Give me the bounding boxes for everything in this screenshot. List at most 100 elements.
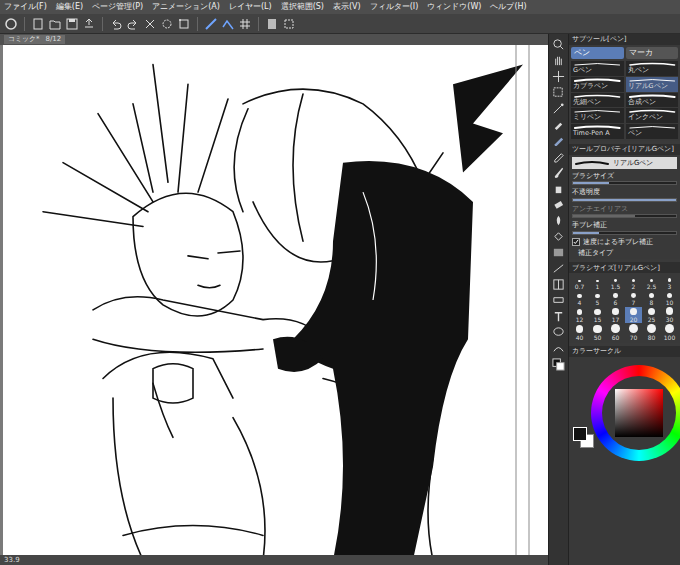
quick-mask-icon[interactable] <box>265 17 279 31</box>
size-preset[interactable]: 1 <box>589 275 606 290</box>
saturation-square[interactable] <box>615 389 663 437</box>
size-preset[interactable]: 60 <box>607 324 624 341</box>
document-tab[interactable]: コミック*8/12 <box>4 35 65 43</box>
pencil-icon[interactable] <box>552 150 565 163</box>
move-icon[interactable] <box>552 70 565 83</box>
size-preset[interactable]: 0.7 <box>571 275 588 290</box>
size-preset[interactable]: 25 <box>643 307 660 323</box>
brush-item[interactable]: 合成ペン <box>626 93 679 108</box>
transform-icon[interactable] <box>177 17 191 31</box>
brush-item[interactable]: リアルGペン <box>626 77 679 92</box>
slider-track[interactable] <box>572 231 677 235</box>
grid-snap-icon[interactable] <box>238 17 252 31</box>
export-icon[interactable] <box>82 17 96 31</box>
ruler-snap-icon[interactable] <box>204 17 218 31</box>
blend-icon[interactable] <box>552 214 565 227</box>
size-preset[interactable]: 20 <box>625 307 642 323</box>
slider-track[interactable] <box>572 198 677 202</box>
size-preset[interactable]: 40 <box>571 324 588 341</box>
new-icon[interactable] <box>31 17 45 31</box>
slider-track[interactable] <box>572 181 677 185</box>
size-preset[interactable]: 6 <box>607 291 624 306</box>
save-icon[interactable] <box>65 17 79 31</box>
size-preset[interactable]: 80 <box>643 324 660 341</box>
main-color-swatch[interactable] <box>573 427 587 441</box>
balloon-icon[interactable] <box>552 326 565 339</box>
size-preset[interactable]: 15 <box>589 307 606 323</box>
property-row[interactable]: 不透明度 <box>572 188 677 201</box>
frame-icon[interactable] <box>552 278 565 291</box>
brush-item[interactable]: ミリペン <box>571 108 624 123</box>
hand-icon[interactable] <box>552 54 565 67</box>
special-ruler-snap-icon[interactable] <box>221 17 235 31</box>
open-icon[interactable] <box>48 17 62 31</box>
size-preset[interactable]: 12 <box>571 307 588 323</box>
brush-item[interactable]: インクペン <box>626 108 679 123</box>
pen-icon[interactable] <box>552 134 565 147</box>
size-preset[interactable]: 10 <box>661 291 678 306</box>
wand-icon[interactable] <box>552 102 565 115</box>
select-icon[interactable] <box>552 86 565 99</box>
brush-item[interactable]: ペン <box>626 124 679 139</box>
redo-icon[interactable] <box>126 17 140 31</box>
size-preset[interactable]: 100 <box>661 324 678 341</box>
menu-item[interactable]: 表示(V) <box>333 2 361 12</box>
size-preset[interactable]: 70 <box>625 324 642 341</box>
app-icon[interactable] <box>4 17 18 31</box>
ruler-icon[interactable] <box>552 294 565 307</box>
size-preset[interactable]: 1.5 <box>607 275 624 290</box>
property-row[interactable]: 補正タイプ <box>572 249 677 257</box>
menu-item[interactable]: アニメーション(A) <box>152 2 220 12</box>
brush-item[interactable]: Time-Pen A <box>571 124 624 139</box>
zoom-icon[interactable] <box>552 38 565 51</box>
menu-item[interactable]: ファイル(F) <box>4 2 47 12</box>
size-preset[interactable]: 2 <box>625 275 642 290</box>
correct-line-icon[interactable] <box>552 342 565 355</box>
size-preset[interactable]: 7 <box>625 291 642 306</box>
figure-icon[interactable] <box>552 262 565 275</box>
menu-item[interactable]: フィルター(I) <box>370 2 419 12</box>
property-row[interactable]: ブラシサイズ <box>572 172 677 185</box>
airbrush-icon[interactable] <box>552 182 565 195</box>
selection-icon[interactable] <box>282 17 296 31</box>
brush-item[interactable]: Gペン <box>571 61 624 76</box>
property-checkbox-row[interactable]: 速度による手ブレ補正 <box>572 238 677 246</box>
size-preset[interactable]: 17 <box>607 307 624 323</box>
size-preset[interactable]: 5 <box>589 291 606 306</box>
main-color-icon[interactable] <box>552 358 565 371</box>
subtool-group-tab[interactable]: ペン <box>571 47 624 59</box>
brush-item[interactable]: 丸ペン <box>626 61 679 76</box>
size-preset[interactable]: 3 <box>661 275 678 290</box>
brush-icon[interactable] <box>552 166 565 179</box>
size-preset[interactable]: 50 <box>589 324 606 341</box>
artwork-canvas[interactable] <box>3 45 548 555</box>
size-preset[interactable]: 4 <box>571 291 588 306</box>
size-label: 70 <box>630 334 638 341</box>
menu-item[interactable]: 編集(E) <box>56 2 83 12</box>
menu-item[interactable]: ページ管理(P) <box>92 2 143 12</box>
size-preset[interactable]: 8 <box>643 291 660 306</box>
brush-item[interactable]: カブラペン <box>571 77 624 92</box>
slider-track[interactable] <box>572 214 677 218</box>
subtool-group-tab[interactable]: マーカ <box>626 47 679 59</box>
checkbox[interactable] <box>572 238 580 246</box>
size-preset[interactable]: 30 <box>661 307 678 323</box>
menu-item[interactable]: ヘルプ(H) <box>490 2 526 12</box>
menu-item[interactable]: 選択範囲(S) <box>281 2 324 12</box>
eraser-icon[interactable] <box>552 198 565 211</box>
brush-item[interactable]: 先細ペン <box>571 93 624 108</box>
menu-item[interactable]: ウィンドウ(W) <box>427 2 481 12</box>
property-row[interactable]: 手ブレ補正 <box>572 221 677 234</box>
text-icon[interactable] <box>552 310 565 323</box>
clear-icon[interactable] <box>143 17 157 31</box>
size-dot <box>614 279 617 282</box>
fill-bucket-icon[interactable] <box>552 230 565 243</box>
eyedropper-icon[interactable] <box>552 118 565 131</box>
property-row[interactable]: 速度による手ブレ補正 <box>572 238 677 246</box>
zoom-value[interactable]: 33.9 <box>4 556 20 564</box>
undo-icon[interactable] <box>109 17 123 31</box>
gradient-icon[interactable] <box>552 246 565 259</box>
fill-icon[interactable] <box>160 17 174 31</box>
size-preset[interactable]: 2.5 <box>643 275 660 290</box>
menu-item[interactable]: レイヤー(L) <box>229 2 272 12</box>
